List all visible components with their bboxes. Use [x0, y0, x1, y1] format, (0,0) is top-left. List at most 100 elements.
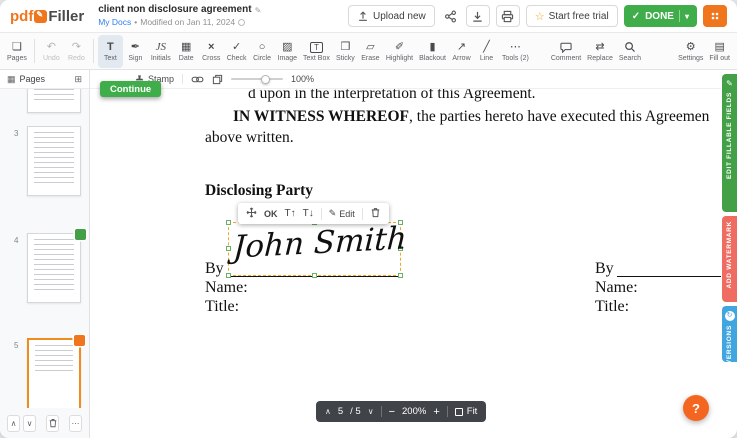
- text-icon: T: [107, 41, 114, 54]
- page-number: 3: [14, 129, 18, 138]
- replace-icon: ⇄: [595, 41, 604, 54]
- date-icon: ▦: [181, 41, 191, 54]
- add-page-icon[interactable]: ⊞: [74, 74, 82, 85]
- fit-button[interactable]: Fit: [455, 406, 478, 417]
- tool-fill-out[interactable]: ▤ Fill out: [706, 35, 733, 68]
- start-free-trial-button[interactable]: ☆ Start free trial: [526, 5, 618, 27]
- witness-clause: IN WITNESS WHEREOF, the parties hereto h…: [233, 108, 709, 126]
- zoom-out-button[interactable]: −: [389, 406, 395, 418]
- context-separator: [182, 74, 183, 84]
- done-check-icon: ✓: [632, 11, 640, 22]
- more-page-actions-button[interactable]: ⋯: [69, 415, 82, 432]
- tool-sign[interactable]: ✒ Sign: [123, 35, 148, 68]
- tool-pages[interactable]: ❏ Pages: [4, 35, 30, 68]
- tool-text-box[interactable]: T Text Box: [300, 35, 333, 68]
- logo-icon: [34, 10, 47, 23]
- tool-check[interactable]: ✓ Check: [224, 35, 250, 68]
- page-thumbnail-3[interactable]: [27, 126, 81, 196]
- tool-blackout[interactable]: ▮ Blackout: [416, 35, 449, 68]
- pager-divider: [381, 406, 382, 417]
- move-handle[interactable]: [246, 207, 257, 220]
- resize-handle[interactable]: [226, 246, 231, 251]
- fill-out-icon: ▤: [714, 41, 724, 54]
- font-size-up-button[interactable]: T↑: [285, 208, 296, 219]
- font-size-down-button[interactable]: T↓: [303, 208, 314, 219]
- resize-handle[interactable]: [226, 220, 231, 225]
- tool-redo[interactable]: ↷ Redo: [64, 35, 89, 68]
- copy-button[interactable]: [212, 74, 223, 85]
- page-down-button[interactable]: ∨: [23, 415, 36, 432]
- done-button[interactable]: ✓ DONE ▾: [624, 5, 697, 27]
- editor-toolbar: ❏ Pages ↶ Undo ↷ Redo T Text ✒ Sign JS I…: [0, 33, 737, 70]
- copy-icon: [212, 74, 223, 85]
- download-button[interactable]: [466, 5, 490, 27]
- header-actions: Upload new ☆ Start free trial ✓ DONE ▾: [348, 5, 727, 27]
- tool-search[interactable]: Search: [616, 35, 644, 68]
- breadcrumb-my-docs[interactable]: My Docs: [98, 17, 131, 28]
- tool-sticky[interactable]: ❒ Sticky: [333, 35, 358, 68]
- delete-page-button[interactable]: [46, 415, 59, 432]
- done-caret-icon[interactable]: ▾: [685, 12, 689, 21]
- help-button[interactable]: ?: [683, 395, 709, 421]
- pages-sidebar: ▦ Pages ⊞ 3 4 5 ∧ ∨: [0, 70, 90, 438]
- link-button[interactable]: [191, 75, 204, 84]
- rename-icon[interactable]: ✎: [255, 6, 262, 16]
- zoom-slider[interactable]: [231, 78, 283, 80]
- comment-icon: [560, 42, 572, 53]
- apps-grid-button[interactable]: [703, 5, 727, 27]
- tool-line[interactable]: ╱ Line: [474, 35, 499, 68]
- resize-handle[interactable]: [312, 273, 317, 278]
- tool-cross[interactable]: × Cross: [199, 35, 224, 68]
- share-button[interactable]: [441, 5, 460, 27]
- witness-bold: IN WITNESS WHEREOF: [233, 108, 409, 125]
- document-canvas[interactable]: Stamp 100% d upon in the interpretation …: [90, 70, 721, 438]
- edit-signature-button[interactable]: ✎ Edit: [329, 208, 355, 219]
- page-up-button[interactable]: ∧: [7, 415, 20, 432]
- current-page[interactable]: 5: [338, 406, 343, 417]
- page-thumbnail-5-selected[interactable]: [27, 338, 81, 408]
- tool-settings[interactable]: ⚙ Settings: [675, 35, 706, 68]
- signature-line-right: [617, 276, 721, 277]
- tool-undo[interactable]: ↶ Undo: [39, 35, 64, 68]
- tool-circle[interactable]: ○ Circle: [250, 35, 275, 68]
- search-icon: [624, 41, 636, 53]
- edit-fillable-fields-tab[interactable]: ✎ EDIT FILLABLE FIELDS: [722, 74, 737, 212]
- settings-icon: ⚙: [686, 41, 696, 54]
- versions-tab[interactable]: ↻ VERSIONS: [722, 306, 737, 362]
- more-tools-icon: ⋯: [510, 41, 521, 54]
- continue-button[interactable]: Continue: [100, 81, 161, 97]
- upload-new-button[interactable]: Upload new: [348, 5, 435, 27]
- signature-text[interactable]: John Smith: [232, 220, 408, 265]
- tool-replace[interactable]: ⇄ Replace: [584, 35, 616, 68]
- zoom-slider-knob[interactable]: [261, 75, 270, 84]
- tool-arrow[interactable]: ↗ Arrow: [449, 35, 474, 68]
- previous-page-button[interactable]: ∧: [325, 407, 331, 416]
- tool-erase[interactable]: ▱ Erase: [358, 35, 383, 68]
- add-watermark-tab[interactable]: ADD WATERMARK: [722, 216, 737, 302]
- page-thumbnail-4[interactable]: [27, 233, 81, 303]
- tool-text[interactable]: T Text: [98, 35, 123, 68]
- resize-handle[interactable]: [398, 273, 403, 278]
- signature-selection-box[interactable]: John Smith: [228, 222, 401, 276]
- fit-icon: [455, 408, 463, 416]
- ok-button[interactable]: OK: [264, 209, 278, 219]
- tool-highlight[interactable]: ✐ Highlight: [383, 35, 416, 68]
- arrow-icon: ↗: [457, 41, 466, 54]
- next-page-button[interactable]: ∨: [368, 407, 374, 416]
- zoom-in-button[interactable]: +: [433, 406, 439, 418]
- annotation-group: Comment ⇄ Replace Search: [548, 35, 644, 68]
- tool-date[interactable]: ▦ Date: [174, 35, 199, 68]
- page-thumbnail-partial[interactable]: [27, 89, 81, 113]
- print-button[interactable]: [496, 5, 520, 27]
- pdffiller-logo[interactable]: pdf Filler: [10, 8, 84, 25]
- tool-more-tools[interactable]: ⋯ Tools (2): [499, 35, 532, 68]
- resize-handle[interactable]: [226, 273, 231, 278]
- page-navigation-bar: ∧ 5 / 5 ∨ − 200% + Fit: [316, 401, 486, 422]
- tool-image[interactable]: ▨ Image: [275, 35, 300, 68]
- text-box-icon: T: [310, 42, 323, 53]
- fields-pencil-icon: ✎: [726, 79, 733, 88]
- tool-comment[interactable]: Comment: [548, 35, 584, 68]
- edit-fillable-fields-label: EDIT FILLABLE FIELDS: [726, 92, 733, 179]
- tool-initials[interactable]: JS Initials: [148, 35, 174, 68]
- delete-signature-button[interactable]: [370, 207, 381, 220]
